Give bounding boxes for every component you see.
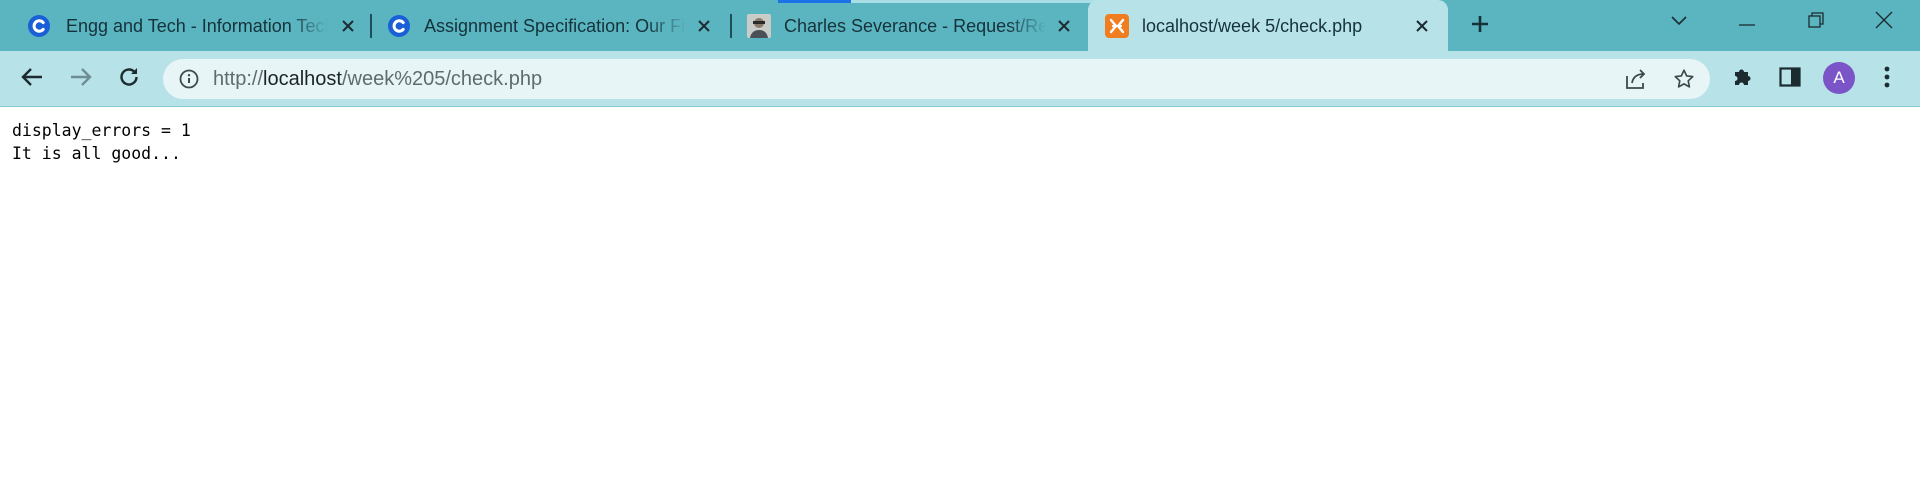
share-icon[interactable] xyxy=(1622,65,1650,93)
browser-toolbar: http://localhost/week%205/check.php A xyxy=(0,51,1920,107)
window-close-button[interactable] xyxy=(1866,8,1902,36)
tab-search-button[interactable] xyxy=(1661,8,1697,36)
address-bar[interactable]: http://localhost/week%205/check.php xyxy=(163,59,1710,99)
forward-arrow-icon xyxy=(70,67,92,92)
tab-strip: Engg and Tech - Information Tech Assignm… xyxy=(0,0,1920,51)
tab-engg-and-tech[interactable]: Engg and Tech - Information Tech xyxy=(0,0,368,51)
close-icon xyxy=(1875,11,1893,34)
back-button[interactable] xyxy=(17,64,47,94)
minimize-icon xyxy=(1739,13,1755,31)
tab-title: Engg and Tech - Information Tech xyxy=(66,16,328,36)
side-panel-icon xyxy=(1779,66,1801,92)
portrait-icon xyxy=(747,14,771,38)
profile-initial: A xyxy=(1833,68,1845,87)
c-course-icon xyxy=(387,14,411,38)
site-info-icon[interactable] xyxy=(179,69,199,89)
tab-close-icon[interactable] xyxy=(1054,16,1074,36)
php-output: display_errors = 1 It is all good... xyxy=(12,119,191,165)
restore-button[interactable] xyxy=(1798,8,1834,36)
tab-charles-severance[interactable]: Charles Severance - Request/Response xyxy=(734,0,1086,51)
extensions-puzzle-icon xyxy=(1732,66,1754,93)
minimize-button[interactable] xyxy=(1729,8,1765,36)
tab-close-icon[interactable] xyxy=(694,16,714,36)
url-path: /week%205/check.php xyxy=(341,68,543,90)
reload-button[interactable] xyxy=(114,64,144,94)
extensions-button[interactable] xyxy=(1728,64,1758,94)
bookmark-star-icon[interactable] xyxy=(1670,65,1698,93)
new-tab-button[interactable] xyxy=(1466,12,1494,40)
tab-divider xyxy=(370,14,372,38)
browser-menu-button[interactable] xyxy=(1872,64,1902,94)
tab-assignment-specification[interactable]: Assignment Specification: Our First xyxy=(374,0,732,51)
side-panel-button[interactable] xyxy=(1775,64,1805,94)
tab-close-icon[interactable] xyxy=(1412,16,1432,36)
tab-title: Charles Severance - Request/Response xyxy=(784,16,1046,36)
page-content: display_errors = 1 It is all good... xyxy=(0,107,1920,487)
menu-kebab-icon xyxy=(1884,66,1890,93)
forward-button[interactable] xyxy=(66,64,96,94)
url-host: localhost xyxy=(263,68,342,90)
back-arrow-icon xyxy=(21,67,43,92)
url-text[interactable]: http://localhost/week%205/check.php xyxy=(213,68,542,90)
url-scheme: http:// xyxy=(213,68,264,90)
tab-title: Assignment Specification: Our First xyxy=(424,16,686,36)
tab-close-icon[interactable] xyxy=(338,16,358,36)
c-course-icon xyxy=(27,14,51,38)
output-line-display-errors: display_errors = 1 xyxy=(12,121,191,140)
output-line-status: It is all good... xyxy=(12,144,181,163)
tab-title: localhost/week 5/check.php xyxy=(1142,16,1363,36)
tab-localhost-check-php[interactable]: localhost/week 5/check.php xyxy=(1088,0,1448,51)
restore-icon xyxy=(1808,11,1824,33)
chevron-down-icon xyxy=(1671,13,1687,31)
tab-divider xyxy=(730,14,732,38)
profile-avatar[interactable]: A xyxy=(1823,62,1855,94)
xampp-icon xyxy=(1105,14,1129,38)
plus-icon xyxy=(1470,14,1490,39)
reload-icon xyxy=(118,66,140,93)
